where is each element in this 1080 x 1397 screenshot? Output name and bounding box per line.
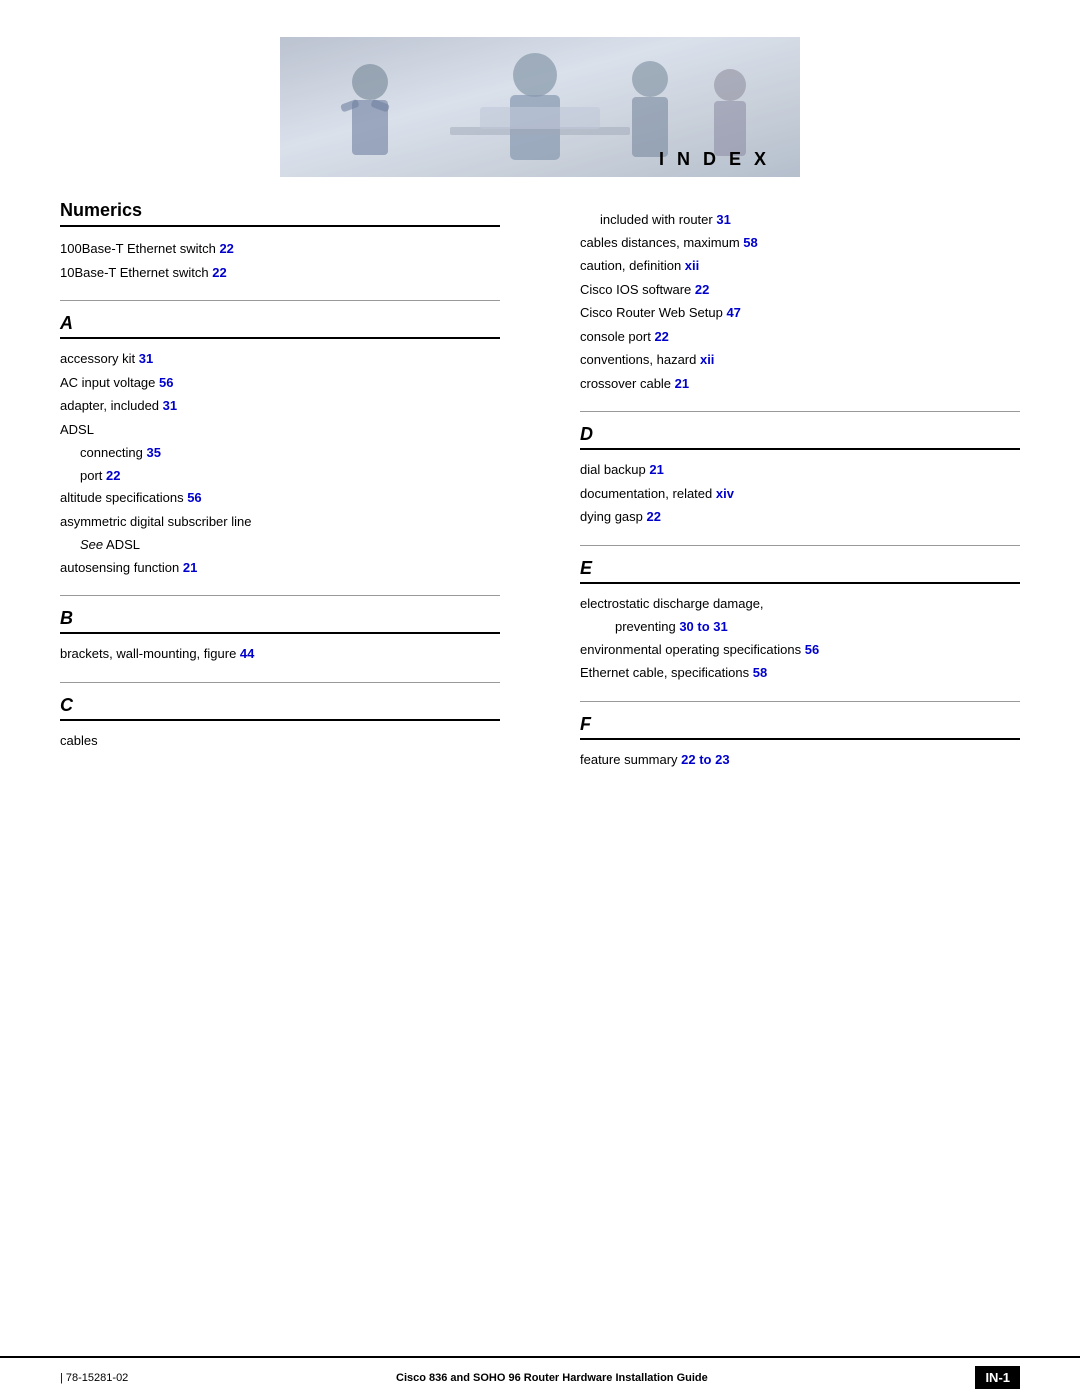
a-section: A accessory kit 31 AC input voltage 56 a…	[60, 313, 500, 577]
footer-right: IN-1	[975, 1366, 1020, 1389]
e-header: E	[580, 558, 1020, 584]
d-header: D	[580, 424, 1020, 450]
entry-brackets: brackets, wall-mounting, figure 44	[60, 644, 500, 664]
page-ref-22d[interactable]: 22	[695, 282, 709, 297]
entry-environmental: environmental operating specifications 5…	[580, 640, 1020, 660]
entry-caution: caution, definition xii	[580, 256, 1020, 276]
entry-ac-input: AC input voltage 56	[60, 373, 500, 393]
entry-conventions-hazard: conventions, hazard xii	[580, 350, 1020, 370]
divider-e-f	[580, 701, 1020, 702]
entry-crossover-cable: crossover cable 21	[580, 374, 1020, 394]
entry-console-port: console port 22	[580, 327, 1020, 347]
page-ref-22b[interactable]: 22	[212, 265, 226, 280]
entry-connecting: connecting 35	[80, 443, 500, 463]
footer-center: Cisco 836 and SOHO 96 Router Hardware In…	[396, 1372, 708, 1384]
page-ref-58a[interactable]: 58	[743, 235, 757, 250]
entry-adsl: ADSL	[60, 420, 500, 440]
c-section: C cables	[60, 695, 500, 751]
content-area: Numerics 100Base-T Ethernet switch 22 10…	[0, 180, 1080, 1356]
right-column: included with router 31 cables distances…	[560, 200, 1020, 1336]
page-ref-31c[interactable]: 31	[716, 212, 730, 227]
page-ref-21a[interactable]: 21	[183, 560, 197, 575]
page-ref-47[interactable]: 47	[726, 305, 740, 320]
page-ref-30-31[interactable]: 30 to 31	[679, 619, 727, 634]
page-ref-22a[interactable]: 22	[219, 241, 233, 256]
entry-port: port 22	[80, 466, 500, 486]
entry-cisco-ios: Cisco IOS software 22	[580, 280, 1020, 300]
footer: | 78-15281-02 Cisco 836 and SOHO 96 Rout…	[0, 1356, 1080, 1397]
e-section: E electrostatic discharge damage, preven…	[580, 558, 1020, 683]
c-right-section: included with router 31 cables distances…	[580, 200, 1020, 393]
left-column: Numerics 100Base-T Ethernet switch 22 10…	[60, 200, 520, 1336]
page-wrapper: I N D E X Numerics 100Base-T Ethernet sw…	[0, 0, 1080, 1397]
footer-left: | 78-15281-02	[60, 1372, 128, 1384]
b-header: B	[60, 608, 500, 634]
numerics-section: Numerics 100Base-T Ethernet switch 22 10…	[60, 200, 500, 282]
page-ref-56a[interactable]: 56	[159, 375, 173, 390]
entry-cables-distances: cables distances, maximum 58	[580, 233, 1020, 253]
entry-cables: cables	[60, 731, 500, 751]
page-ref-56b[interactable]: 56	[187, 490, 201, 505]
numerics-header: Numerics	[60, 200, 500, 227]
page-ref-22c[interactable]: 22	[106, 468, 120, 483]
b-section: B brackets, wall-mounting, figure 44	[60, 608, 500, 664]
entry-included-with-router: included with router 31	[600, 210, 1020, 230]
page-ref-22f[interactable]: 22	[647, 509, 661, 524]
page-ref-44[interactable]: 44	[240, 646, 254, 661]
f-section: F feature summary 22 to 23	[580, 714, 1020, 770]
a-header: A	[60, 313, 500, 339]
d-section: D dial backup 21 documentation, related …	[580, 424, 1020, 527]
entry-documentation: documentation, related xiv	[580, 484, 1020, 504]
entry-autosensing: autosensing function 21	[60, 558, 500, 578]
c-header: C	[60, 695, 500, 721]
page-ref-58b[interactable]: 58	[753, 665, 767, 680]
page-ref-56c[interactable]: 56	[805, 642, 819, 657]
page-ref-xiv[interactable]: xiv	[716, 486, 734, 501]
page-ref-22e[interactable]: 22	[654, 329, 668, 344]
entry-ethernet-cable: Ethernet cable, specifications 58	[580, 663, 1020, 683]
page-ref-31b[interactable]: 31	[163, 398, 177, 413]
entry-dial-backup: dial backup 21	[580, 460, 1020, 480]
entry-cisco-router-web-setup: Cisco Router Web Setup 47	[580, 303, 1020, 323]
entry-feature-summary: feature summary 22 to 23	[580, 750, 1020, 770]
divider-c-d	[580, 411, 1020, 412]
page-ref-xii-a[interactable]: xii	[685, 258, 699, 273]
divider-d-e	[580, 545, 1020, 546]
page-ref-21b[interactable]: 21	[675, 376, 689, 391]
entry-esd: electrostatic discharge damage,	[580, 594, 1020, 614]
divider-numerics-a	[60, 300, 500, 301]
svg-text:I N D E X: I N D E X	[659, 149, 770, 169]
entry-accessory-kit: accessory kit 31	[60, 349, 500, 369]
page-ref-xii-b[interactable]: xii	[700, 352, 714, 367]
header-image: I N D E X	[0, 0, 1080, 180]
header-banner-svg: I N D E X	[280, 37, 800, 177]
page-ref-35[interactable]: 35	[147, 445, 161, 460]
entry-see-adsl: See ADSL	[80, 535, 500, 555]
entry-10base: 10Base-T Ethernet switch 22	[60, 263, 500, 283]
page-ref-22-23[interactable]: 22 to 23	[681, 752, 729, 767]
divider-b-c	[60, 682, 500, 683]
divider-a-b	[60, 595, 500, 596]
entry-100base: 100Base-T Ethernet switch 22	[60, 239, 500, 259]
page-ref-31a[interactable]: 31	[139, 351, 153, 366]
entry-altitude: altitude specifications 56	[60, 488, 500, 508]
entry-dying-gasp: dying gasp 22	[580, 507, 1020, 527]
entry-adapter: adapter, included 31	[60, 396, 500, 416]
f-header: F	[580, 714, 1020, 740]
entry-asymmetric: asymmetric digital subscriber line	[60, 512, 500, 532]
entry-preventing: preventing 30 to 31	[615, 617, 1020, 637]
page-ref-21c[interactable]: 21	[649, 462, 663, 477]
